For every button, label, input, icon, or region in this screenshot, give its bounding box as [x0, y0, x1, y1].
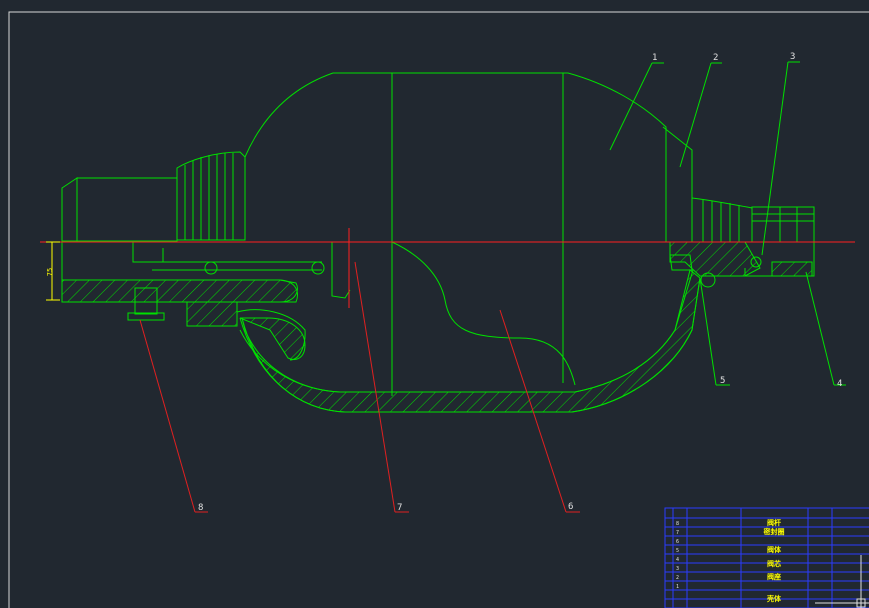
balloon-6: 6: [568, 502, 573, 512]
bom-row-num: 6: [676, 539, 679, 545]
bom-row-num: 2: [676, 575, 679, 581]
bom-row-num: 8: [676, 521, 679, 527]
balloon-7: 7: [397, 503, 402, 513]
balloon-8: 8: [198, 503, 203, 513]
bom-part-name: 阀座: [767, 572, 781, 581]
dimension-75: 75: [46, 241, 60, 301]
bom-part-name: 阀体: [767, 545, 782, 554]
balloon-1: 1: [652, 53, 657, 63]
balloon-2: 2: [713, 53, 718, 63]
bom-part-name: 壳体: [766, 594, 782, 603]
dimension-text: 75: [46, 268, 54, 276]
bom-part-name: 阀杆: [767, 518, 781, 527]
drawing-frame: [8, 11, 869, 608]
bom-row-num: 7: [676, 530, 679, 536]
balloon-4: 4: [837, 379, 842, 389]
hatched-sections: [61, 241, 813, 413]
bom-row-num: 3: [676, 566, 679, 572]
balloon-3: 3: [790, 52, 795, 62]
bom-row-num: 5: [676, 548, 679, 554]
cad-drawing-canvas[interactable]: 75 1 2 3 4 5 6 7 8 8 7 6 5 4 3 2 1 阀杆 密封…: [0, 0, 869, 608]
bom-part-name: 密封圈: [764, 527, 785, 536]
bom-part-name: 阀芯: [767, 559, 781, 568]
bom-row-num: 1: [676, 584, 679, 590]
bom-row-num: 4: [676, 557, 679, 563]
balloon-5: 5: [720, 376, 725, 386]
